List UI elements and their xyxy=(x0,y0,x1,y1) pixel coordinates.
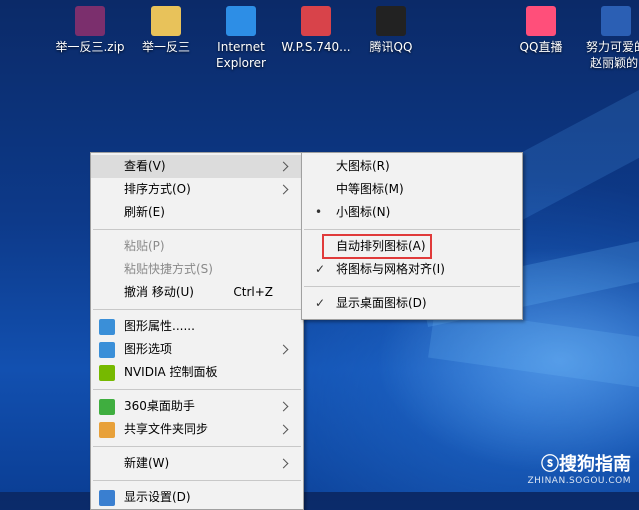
context-menu-item[interactable]: 粘贴(P) xyxy=(91,235,303,258)
submenu-item[interactable]: ✓ 将图标与网格对齐(I) xyxy=(302,258,522,281)
menu-separator xyxy=(304,229,520,230)
desktop-icon-label: 努力可爱的 赵丽颖的. xyxy=(585,40,639,70)
wps-icon xyxy=(301,6,331,36)
qq-live-icon xyxy=(526,6,556,36)
menu-item-label: 显示桌面图标(D) xyxy=(336,296,427,310)
chevron-right-icon xyxy=(278,161,289,172)
menu-item-label: 粘贴快捷方式(S) xyxy=(124,262,213,276)
desktop-icon[interactable]: W.P.S.740... xyxy=(276,6,356,55)
menu-separator xyxy=(93,229,301,230)
context-menu-item[interactable]: NVIDIA 控制面板 xyxy=(91,361,303,384)
menu-item-label: 图形选项 xyxy=(124,342,173,356)
menu-item-label: 中等图标(M) xyxy=(336,182,404,196)
desktop-icon-label: 举一反三 xyxy=(141,40,190,54)
desktop-icon-label: 腾讯QQ xyxy=(369,40,413,54)
context-menu-item[interactable]: 排序方式(O) xyxy=(91,178,303,201)
menu-item-label: 新建(W) xyxy=(124,456,170,470)
view-submenu: 大图标(R) 中等图标(M) • 小图标(N) 自动排列图标(A) ✓ 将图标与网格对齐(I… xyxy=(301,152,523,320)
desktop-icon-label: Internet Explorer xyxy=(216,40,266,70)
wallpaper-light-beam xyxy=(428,307,639,403)
desktop-icon[interactable]: 腾讯QQ xyxy=(351,6,431,55)
winrar-archive-icon xyxy=(75,6,105,36)
context-menu-item[interactable]: 显示设置(D) xyxy=(91,486,303,509)
context-menu-item[interactable]: 刷新(E) xyxy=(91,201,303,224)
bullet-icon: • xyxy=(315,205,323,219)
menu-item-label: 刷新(E) xyxy=(124,205,165,219)
menu-item-label: 查看(V) xyxy=(124,159,166,173)
submenu-item[interactable]: 自动排列图标(A) xyxy=(302,234,522,259)
menu-separator xyxy=(93,446,301,447)
share-sync-icon xyxy=(99,422,115,438)
sogou-logo: ⓢ搜狗指南 xyxy=(541,454,631,475)
context-menu-item[interactable]: 图形属性...... xyxy=(91,315,303,338)
desktop-icon[interactable]: QQ直播 xyxy=(501,6,581,55)
menu-item-label: 360桌面助手 xyxy=(124,399,195,413)
submenu-item[interactable]: 大图标(R) xyxy=(302,155,522,178)
menu-item-label: 大图标(R) xyxy=(336,159,390,173)
menu-separator xyxy=(93,389,301,390)
checkmark-icon: ✓ xyxy=(315,262,326,276)
nvidia-icon xyxy=(99,365,115,381)
chevron-right-icon xyxy=(278,424,289,435)
display-settings-icon xyxy=(99,490,115,506)
intel-graphics-icon xyxy=(99,319,115,335)
menu-separator xyxy=(93,309,301,310)
chevron-right-icon xyxy=(278,184,289,195)
menu-separator xyxy=(304,286,520,287)
word-document-icon xyxy=(601,6,631,36)
sogou-watermark: ⓢ搜狗指南 ZHINAN.SOGOU.COM xyxy=(527,450,631,486)
context-menu-item[interactable]: 360桌面助手 xyxy=(91,395,303,418)
desktop-context-menu: 查看(V) 排序方式(O) 刷新(E) 粘贴(P) 粘贴快捷方式(S) 撤消 移动(U) C… xyxy=(90,152,304,510)
checkmark-icon: ✓ xyxy=(315,296,326,310)
chevron-right-icon xyxy=(278,401,289,412)
folder-icon xyxy=(151,6,181,36)
chevron-right-icon xyxy=(278,458,289,469)
context-menu-item[interactable]: 共享文件夹同步 xyxy=(91,418,303,441)
context-menu-item[interactable]: 图形选项 xyxy=(91,338,303,361)
menu-item-label: 撤消 移动(U) xyxy=(124,285,194,299)
menu-item-label: 排序方式(O) xyxy=(124,182,191,196)
submenu-item[interactable]: ✓ 显示桌面图标(D) xyxy=(302,292,522,315)
context-menu-item[interactable]: 撤消 移动(U) Ctrl+Z xyxy=(91,281,303,304)
menu-item-label: 将图标与网格对齐(I) xyxy=(336,262,445,276)
desktop-icon[interactable]: Internet Explorer xyxy=(201,6,281,71)
menu-item-label: 图形属性...... xyxy=(124,319,195,333)
desktop-icon-label: 举一反三.zip xyxy=(55,40,125,54)
menu-item-label: 显示设置(D) xyxy=(124,490,191,504)
submenu-item[interactable]: • 小图标(N) xyxy=(302,201,522,224)
desktop-icon[interactable]: 举一反三 xyxy=(126,6,206,55)
qq-penguin-icon xyxy=(376,6,406,36)
menu-item-label: 共享文件夹同步 xyxy=(124,422,209,436)
sogou-url: ZHINAN.SOGOU.COM xyxy=(527,476,631,486)
chevron-right-icon xyxy=(278,344,289,355)
submenu-item[interactable]: 中等图标(M) xyxy=(302,178,522,201)
menu-item-shortcut: Ctrl+Z xyxy=(233,285,273,299)
context-menu-item[interactable]: 新建(W) xyxy=(91,452,303,475)
desktop-icon[interactable]: 努力可爱的 赵丽颖的. xyxy=(576,6,639,71)
context-menu-item[interactable]: 粘贴快捷方式(S) xyxy=(91,258,303,281)
desktop-icon[interactable]: 举一反三.zip xyxy=(50,6,130,55)
menu-separator xyxy=(93,480,301,481)
desktop-icon-label: W.P.S.740... xyxy=(281,40,351,54)
highlight-annotation-box xyxy=(322,234,432,259)
intel-graphics-icon xyxy=(99,342,115,358)
menu-item-label: 小图标(N) xyxy=(336,205,391,219)
menu-item-label: NVIDIA 控制面板 xyxy=(124,365,218,379)
internet-explorer-icon xyxy=(226,6,256,36)
360-desktop-icon xyxy=(99,399,115,415)
desktop-icon-label: QQ直播 xyxy=(519,40,563,54)
menu-item-label: 粘贴(P) xyxy=(124,239,165,253)
context-menu-item[interactable]: 查看(V) xyxy=(91,155,303,178)
